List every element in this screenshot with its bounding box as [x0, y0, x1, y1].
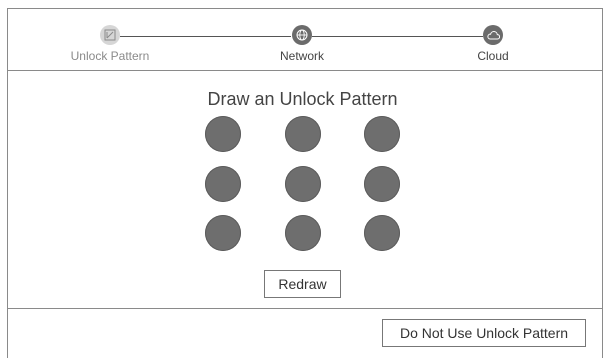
pattern-icon: [100, 25, 120, 45]
footer-divider: [7, 308, 603, 309]
pattern-dot-7[interactable]: [205, 215, 241, 251]
skip-unlock-pattern-button[interactable]: Do Not Use Unlock Pattern: [382, 319, 586, 347]
step-label-network: Network: [279, 49, 324, 63]
page-title: Draw an Unlock Pattern: [207, 89, 398, 109]
stepper-connector-2: [312, 36, 483, 37]
setup-stepper: Unlock Pattern Network Cloud: [0, 0, 605, 70]
pattern-dot-2[interactable]: [285, 116, 321, 152]
step-label-cloud: Cloud: [477, 49, 509, 63]
redraw-button[interactable]: Redraw: [264, 270, 341, 298]
cloud-icon: [483, 25, 503, 45]
pattern-dot-4[interactable]: [205, 166, 241, 202]
pattern-dot-9[interactable]: [364, 215, 400, 251]
stepper-connector-1: [120, 36, 291, 37]
step-label-unlock-pattern: Unlock Pattern: [70, 49, 150, 63]
pattern-dot-8[interactable]: [285, 215, 321, 251]
header-divider: [7, 70, 603, 71]
pattern-dot-6[interactable]: [364, 166, 400, 202]
pattern-dot-5[interactable]: [285, 166, 321, 202]
pattern-dot-1[interactable]: [205, 116, 241, 152]
globe-icon: [292, 25, 312, 45]
pattern-dot-3[interactable]: [364, 116, 400, 152]
